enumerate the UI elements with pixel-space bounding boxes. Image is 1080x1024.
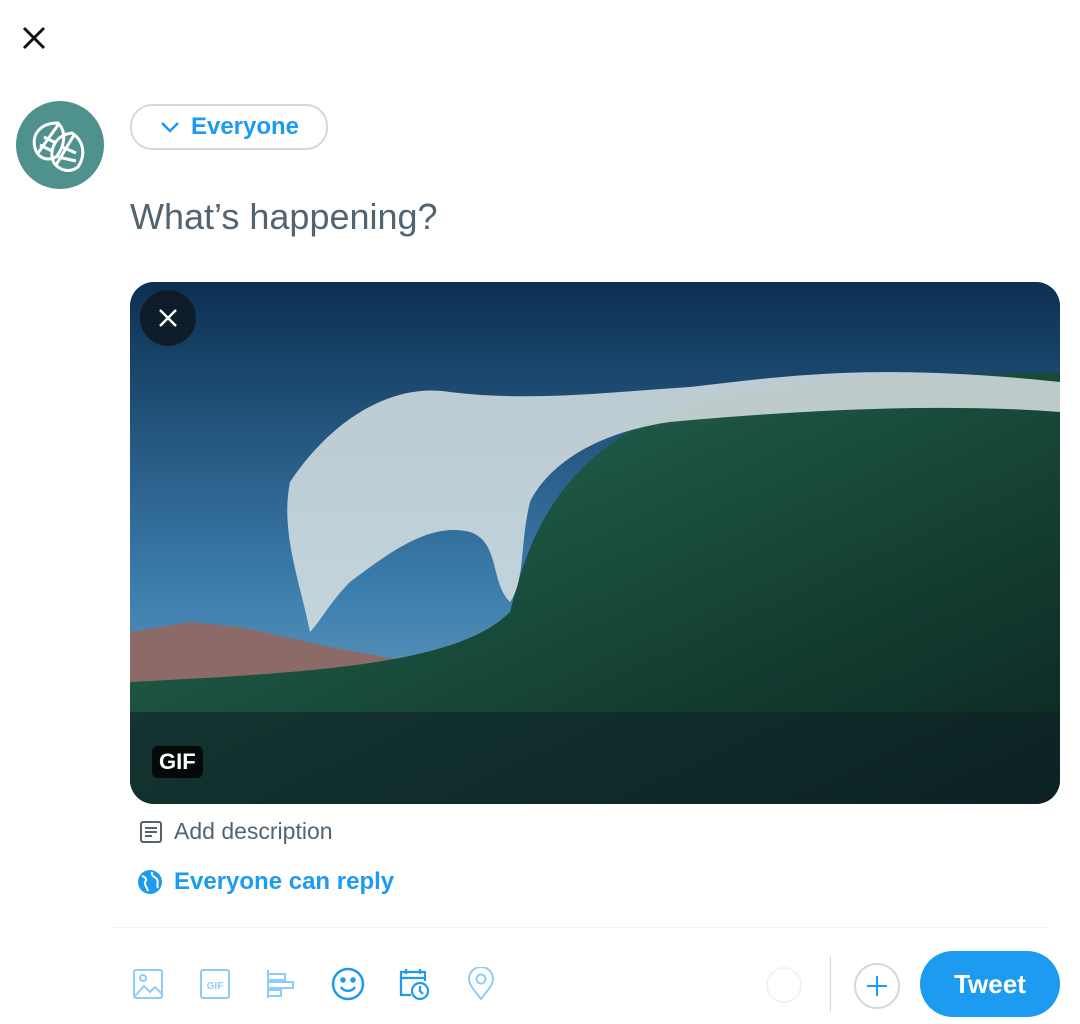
character-counter (766, 967, 802, 1003)
media-preview (130, 282, 1060, 804)
wave-image (130, 282, 1060, 804)
divider (112, 927, 1048, 928)
image-icon (133, 969, 163, 999)
audience-label: Everyone (190, 113, 300, 140)
remove-media-button[interactable] (140, 290, 196, 346)
location-icon (467, 967, 495, 1001)
close-button[interactable] (14, 18, 54, 58)
emoji-button[interactable] (330, 966, 366, 1002)
tweet-button[interactable]: Tweet (920, 951, 1060, 1017)
add-description-button[interactable]: Add description (138, 818, 333, 845)
add-tweet-button[interactable] (854, 963, 900, 1009)
divider (830, 956, 831, 1012)
svg-text:GIF: GIF (207, 981, 224, 992)
close-icon (159, 309, 177, 327)
reply-settings-button[interactable]: Everyone can reply (136, 868, 394, 896)
document-icon (140, 820, 162, 843)
gif-button[interactable]: GIF (197, 966, 233, 1002)
avatar[interactable] (16, 101, 104, 189)
plus-icon (867, 976, 887, 996)
add-description-label: Add description (174, 818, 333, 844)
poll-button[interactable] (263, 966, 299, 1002)
close-icon (22, 26, 46, 50)
audience-dropdown[interactable]: Everyone (130, 104, 328, 150)
leaf-logo-icon (32, 121, 85, 172)
media-button[interactable] (130, 966, 166, 1002)
schedule-button[interactable] (396, 966, 432, 1002)
schedule-icon (399, 969, 430, 1001)
tweet-text-input[interactable]: What’s happening? (130, 196, 438, 238)
gif-icon: GIF (200, 969, 230, 999)
gif-badge: GIF (152, 746, 203, 778)
location-button[interactable] (463, 966, 499, 1002)
chevron-down-icon (161, 122, 179, 133)
reply-settings-label: Everyone can reply (174, 868, 395, 895)
poll-icon (267, 970, 294, 998)
globe-icon (138, 870, 162, 894)
emoji-icon (331, 967, 365, 1001)
